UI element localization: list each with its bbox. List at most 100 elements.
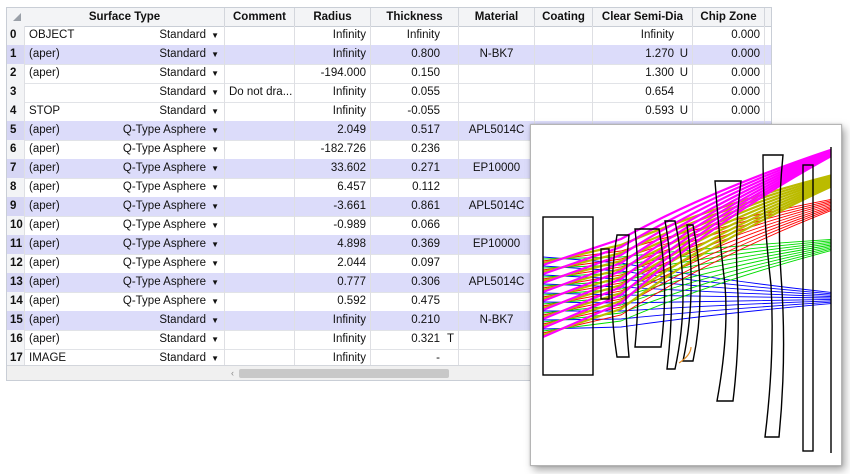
surface-type-select[interactable]: Standard [159,311,206,330]
thickness-cell[interactable]: 0.321 T [371,330,459,349]
column-header-thickness[interactable]: Thickness [371,8,459,26]
dropdown-arrow-icon[interactable]: ▼ [211,330,219,349]
radius-cell[interactable]: 0.592 [295,292,371,311]
thickness-cell[interactable]: 0.861 [371,197,459,216]
surface-row[interactable]: 4 STOP Standard ▼ Infinity -0.055 0.593 U 0.000 [7,102,771,122]
surface-type-cell[interactable]: (aper) Q-Type Asphere ▼ [25,216,225,235]
material-cell[interactable] [459,216,535,235]
comment-cell[interactable] [225,292,295,311]
comment-cell[interactable]: Do not dra... [225,83,295,102]
thickness-cell[interactable]: 0.475 [371,292,459,311]
thickness-cell[interactable]: 0.306 [371,273,459,292]
column-header-coating[interactable]: Coating [535,8,593,26]
surface-type-select[interactable]: Q-Type Asphere [123,121,206,140]
material-cell[interactable]: EP10000 [459,235,535,254]
thickness-cell[interactable]: 0.055 [371,83,459,102]
radius-cell[interactable]: -3.661 [295,197,371,216]
dropdown-arrow-icon[interactable]: ▼ [211,311,219,330]
surface-row[interactable]: 2 (aper) Standard ▼ -194.000 0.150 1.300 U 0.000 [7,64,771,84]
clear-semi-dia-cell[interactable]: 1.270 U [593,45,693,64]
radius-cell[interactable]: Infinity [295,83,371,102]
surface-type-select[interactable]: Standard [159,26,206,45]
semi-dia-solve-flag[interactable]: U [680,45,688,64]
dropdown-arrow-icon[interactable]: ▼ [211,45,219,64]
surface-type-cell[interactable]: (aper) Standard ▼ [25,311,225,330]
material-cell[interactable] [459,83,535,102]
chip-zone-cell[interactable]: 0.000 [693,102,765,121]
select-all-corner-icon[interactable] [13,13,21,21]
comment-cell[interactable] [225,254,295,273]
material-cell[interactable] [459,26,535,45]
surface-type-select[interactable]: Q-Type Asphere [123,159,206,178]
semi-dia-solve-flag[interactable]: U [680,64,688,83]
coating-cell[interactable] [535,102,593,121]
comment-cell[interactable] [225,26,295,45]
dropdown-arrow-icon[interactable]: ▼ [211,254,219,273]
thickness-cell[interactable]: 0.236 [371,140,459,159]
radius-cell[interactable]: 33.602 [295,159,371,178]
column-header-radius[interactable]: Radius [295,8,371,26]
comment-cell[interactable] [225,197,295,216]
comment-cell[interactable] [225,140,295,159]
semi-dia-solve-flag[interactable]: U [680,102,688,121]
chip-zone-cell[interactable]: 0.000 [693,45,765,64]
surface-type-select[interactable]: Standard [159,83,206,102]
comment-cell[interactable] [225,330,295,349]
radius-cell[interactable]: -194.000 [295,64,371,83]
comment-cell[interactable] [225,311,295,330]
dropdown-arrow-icon[interactable]: ▼ [211,292,219,311]
material-cell[interactable] [459,330,535,349]
surface-type-cell[interactable]: (aper) Q-Type Asphere ▼ [25,140,225,159]
radius-cell[interactable]: 0.777 [295,273,371,292]
thickness-cell[interactable]: 0.369 [371,235,459,254]
coating-cell[interactable] [535,45,593,64]
comment-cell[interactable] [225,235,295,254]
surface-type-select[interactable]: Q-Type Asphere [123,216,206,235]
surface-type-cell[interactable]: (aper) Q-Type Asphere ▼ [25,178,225,197]
coating-cell[interactable] [535,64,593,83]
surface-type-cell[interactable]: (aper) Q-Type Asphere ▼ [25,254,225,273]
thickness-cell[interactable]: 0.271 [371,159,459,178]
surface-type-select[interactable]: Q-Type Asphere [123,235,206,254]
comment-cell[interactable] [225,121,295,140]
dropdown-arrow-icon[interactable]: ▼ [211,121,219,140]
surface-type-cell[interactable]: (aper) Standard ▼ [25,64,225,83]
clear-semi-dia-cell[interactable]: 0.654 [593,83,693,102]
radius-cell[interactable]: 4.898 [295,235,371,254]
surface-type-select[interactable]: Standard [159,64,206,83]
radius-cell[interactable]: 2.044 [295,254,371,273]
material-cell[interactable] [459,292,535,311]
thickness-cell[interactable]: 0.112 [371,178,459,197]
scrollbar-thumb[interactable] [239,369,449,378]
surface-type-cell[interactable]: (aper) Q-Type Asphere ▼ [25,273,225,292]
material-cell[interactable] [459,140,535,159]
surface-type-select[interactable]: Q-Type Asphere [123,197,206,216]
comment-cell[interactable] [225,102,295,121]
dropdown-arrow-icon[interactable]: ▼ [211,216,219,235]
dropdown-arrow-icon[interactable]: ▼ [211,64,219,83]
column-header-type[interactable]: Surface Type [25,8,225,26]
radius-cell[interactable]: Infinity [295,102,371,121]
thickness-cell[interactable]: 0.150 [371,64,459,83]
radius-cell[interactable]: Infinity [295,311,371,330]
material-cell[interactable]: APL5014C [459,121,535,140]
thickness-cell[interactable]: 0.066 [371,216,459,235]
surface-type-cell[interactable]: STOP Standard ▼ [25,102,225,121]
material-cell[interactable]: APL5014C [459,273,535,292]
chip-zone-cell[interactable]: 0.000 [693,64,765,83]
chip-zone-cell[interactable]: 0.000 [693,26,765,45]
surface-type-select[interactable]: Q-Type Asphere [123,292,206,311]
comment-cell[interactable] [225,159,295,178]
comment-cell[interactable] [225,45,295,64]
clear-semi-dia-cell[interactable]: 0.593 U [593,102,693,121]
surface-type-cell[interactable]: (aper) Q-Type Asphere ▼ [25,159,225,178]
material-cell[interactable]: APL5014C [459,197,535,216]
radius-cell[interactable]: Infinity [295,45,371,64]
thickness-cell[interactable]: 0.800 [371,45,459,64]
material-cell[interactable]: N-BK7 [459,311,535,330]
surface-row[interactable]: 1 (aper) Standard ▼ Infinity 0.800 N-BK7 1.270 U… [7,45,771,65]
dropdown-arrow-icon[interactable]: ▼ [211,83,219,102]
surface-type-select[interactable]: Q-Type Asphere [123,254,206,273]
radius-cell[interactable]: -182.726 [295,140,371,159]
scroll-left-arrow-icon[interactable]: ‹ [231,366,234,380]
